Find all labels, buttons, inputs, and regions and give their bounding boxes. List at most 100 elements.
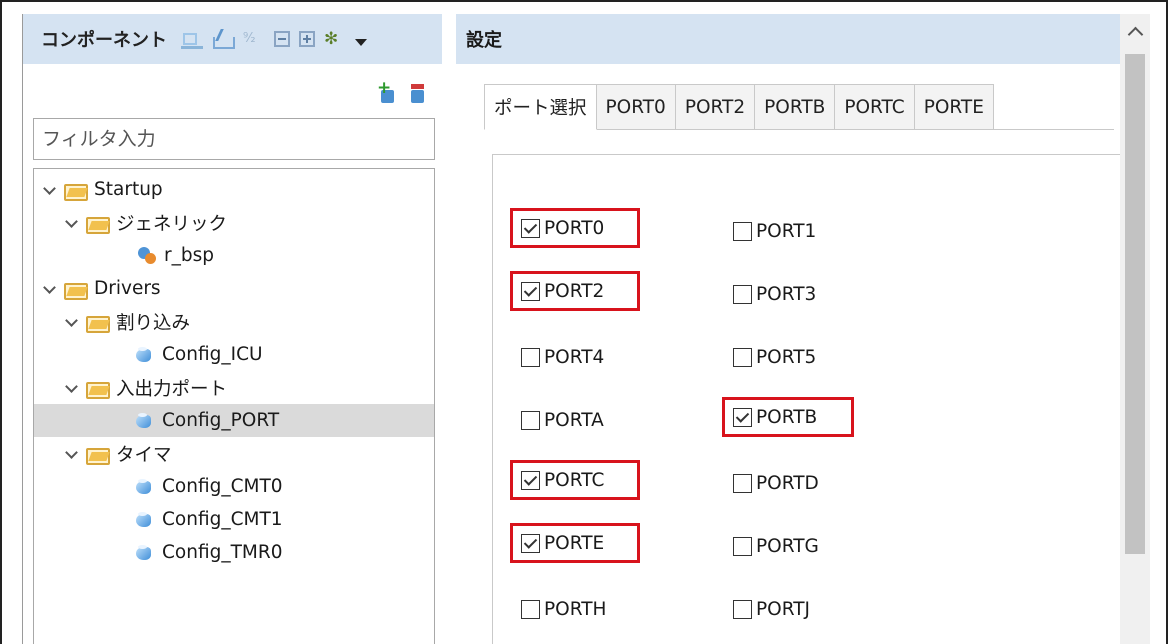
folder-icon: [86, 380, 110, 399]
checkbox-unchecked-icon[interactable]: [733, 599, 752, 619]
settings-panel: 設定 ポート選択 PORT0 PORT2 PORTB PORTC PORTE PORT0 P…: [456, 14, 1150, 644]
folder-icon: [86, 314, 110, 333]
component-icon: [134, 412, 154, 430]
collapse-all-icon[interactable]: [274, 31, 290, 47]
port-checkbox-portc[interactable]: PORTC: [510, 460, 640, 500]
checkbox-unchecked-icon[interactable]: [521, 410, 540, 430]
port-checkbox-port1[interactable]: PORT1: [725, 211, 851, 251]
port-checkbox-portj[interactable]: PORTJ: [725, 589, 851, 629]
checkbox-unchecked-icon[interactable]: [733, 221, 752, 241]
expand-all-icon[interactable]: [299, 31, 315, 47]
checkbox-checked-icon[interactable]: [521, 218, 540, 238]
sort-icon[interactable]: ⁹⁄₂: [243, 29, 265, 49]
checkbox-unchecked-icon[interactable]: [733, 347, 752, 367]
tab-porte[interactable]: PORTE: [914, 84, 994, 130]
component-icon: [134, 544, 154, 562]
tab-port0[interactable]: PORT0: [596, 84, 676, 130]
tree-item[interactable]: Config_PORT: [34, 404, 434, 437]
tree-item-label: Config_PORT: [162, 410, 280, 431]
port-checkbox-porta[interactable]: PORTA: [513, 400, 637, 440]
port-label: PORTE: [544, 532, 605, 554]
checkbox-checked-icon[interactable]: [521, 281, 540, 301]
tree-item-label: Config_ICU: [162, 344, 263, 365]
tree-item[interactable]: Config_ICU: [34, 338, 434, 371]
port-checkbox-portd[interactable]: PORTD: [725, 463, 851, 503]
filter-input[interactable]: [33, 118, 435, 160]
component-tree: Startup ジェネリック r_bsp Drivers 割り込み Config_ICU 入…: [33, 168, 435, 644]
chevron-down-icon[interactable]: [64, 381, 78, 395]
panel-splitter[interactable]: [442, 14, 456, 644]
port-label: PORTA: [544, 409, 604, 431]
settings-panel-title: 設定: [466, 30, 502, 51]
tab-portc[interactable]: PORTC: [835, 84, 915, 130]
checkbox-unchecked-icon[interactable]: [521, 347, 540, 367]
folder-icon: [64, 182, 88, 201]
view-menu-icon[interactable]: [355, 38, 367, 46]
port-checkbox-porte[interactable]: PORTE: [510, 523, 640, 563]
checkbox-unchecked-icon[interactable]: [733, 473, 752, 493]
tree-item[interactable]: Config_CMT0: [34, 470, 434, 503]
tree-item[interactable]: Config_TMR0: [34, 536, 434, 569]
checkbox-checked-icon[interactable]: [521, 470, 540, 490]
chevron-down-icon[interactable]: [64, 447, 78, 461]
port-label: PORTD: [756, 472, 819, 494]
tab-port2[interactable]: PORT2: [675, 84, 756, 130]
tree-item[interactable]: 割り込み: [34, 305, 434, 338]
import-component-icon[interactable]: [181, 29, 203, 49]
tree-item-label: 割り込み: [116, 312, 191, 334]
folder-icon: [86, 446, 110, 465]
port-label: PORTH: [544, 598, 607, 620]
tree-item[interactable]: タイマ: [34, 437, 434, 470]
checkbox-unchecked-icon[interactable]: [733, 536, 752, 556]
tree-item[interactable]: 入出力ポート: [34, 371, 434, 404]
scroll-thumb[interactable]: [1125, 54, 1145, 554]
tree-item[interactable]: ジェネリック: [34, 206, 434, 239]
chevron-down-icon[interactable]: [64, 216, 78, 230]
checkbox-checked-icon[interactable]: [521, 533, 540, 553]
port-selection-area: PORT0 PORT1 PORT2 PORT3 PORT4 PORT5 PORTA PORTB…: [492, 154, 1120, 644]
tree-item-label: タイマ: [116, 444, 172, 466]
checkbox-checked-icon[interactable]: [733, 407, 752, 427]
tree-item[interactable]: r_bsp: [34, 239, 434, 272]
port-checkbox-port3[interactable]: PORT3: [725, 274, 851, 314]
remove-component-icon[interactable]: [408, 84, 426, 104]
tree-item-label: Startup: [94, 179, 163, 200]
tree-item[interactable]: Drivers: [34, 272, 434, 305]
checkbox-unchecked-icon[interactable]: [733, 284, 752, 304]
port-checkbox-port2[interactable]: PORT2: [510, 271, 640, 311]
port-label: PORTC: [544, 469, 605, 491]
components-panel: コンポーネント ⁹⁄₂ ✻ Startup ジェネリック r_bsp Drivers 割…: [22, 14, 443, 644]
tree-item[interactable]: Startup: [34, 173, 434, 206]
tree-item-label: 入出力ポート: [116, 378, 228, 400]
chevron-down-icon[interactable]: [42, 282, 56, 296]
port-label: PORTJ: [756, 598, 810, 620]
chevron-down-icon[interactable]: [64, 315, 78, 329]
vertical-scrollbar[interactable]: [1120, 14, 1150, 644]
component-icon: [134, 346, 154, 364]
port-label: PORT1: [756, 220, 817, 242]
tree-item-label: r_bsp: [164, 245, 214, 266]
port-checkbox-porth[interactable]: PORTH: [513, 589, 637, 629]
port-checkbox-port0[interactable]: PORT0: [510, 208, 640, 248]
export-component-icon[interactable]: [212, 29, 235, 49]
port-label: PORTB: [756, 406, 818, 428]
tree-item[interactable]: Config_CMT1: [34, 503, 434, 536]
port-checkbox-port5[interactable]: PORT5: [725, 337, 851, 377]
component-icon: [134, 511, 154, 529]
components-panel-title: コンポーネント: [41, 30, 167, 51]
tree-item-label: Config_CMT0: [162, 476, 283, 497]
tree-item-label: Config_TMR0: [162, 542, 283, 563]
folder-icon: [86, 215, 110, 234]
port-label: PORTG: [756, 535, 819, 557]
scroll-up-icon[interactable]: [1120, 14, 1150, 54]
checkbox-unchecked-icon[interactable]: [521, 599, 540, 619]
port-checkbox-port4[interactable]: PORT4: [513, 337, 637, 377]
tab-portb[interactable]: PORTB: [755, 84, 836, 130]
chevron-down-icon[interactable]: [42, 183, 56, 197]
port-checkbox-portg[interactable]: PORTG: [725, 526, 851, 566]
bsp-config-icon: [136, 246, 158, 266]
port-checkbox-portb[interactable]: PORTB: [722, 397, 854, 437]
generate-code-icon[interactable]: ✻: [324, 29, 346, 49]
add-component-icon[interactable]: [377, 78, 396, 104]
tab-port-select[interactable]: ポート選択: [484, 84, 597, 130]
